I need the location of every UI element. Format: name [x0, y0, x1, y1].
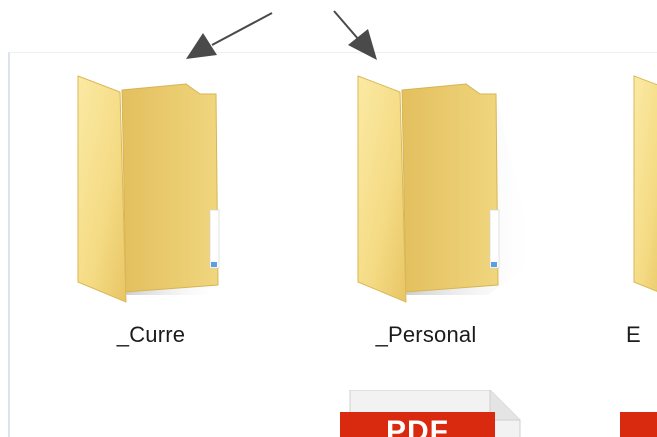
- folder-item[interactable]: _Personal: [346, 60, 536, 360]
- folder-name: _Curre: [116, 322, 186, 347]
- folder-icon: [77, 75, 226, 303]
- pdf-file-icon: [620, 412, 657, 437]
- folder-name: _Personal: [375, 322, 477, 347]
- file-item[interactable]: [620, 390, 657, 437]
- arrow-right: [333, 10, 360, 41]
- folder-icon: [357, 75, 536, 303]
- file-explorer-view: _Curre _Personal E PDF: [0, 0, 657, 437]
- folder-item[interactable]: E: [626, 60, 657, 360]
- folder-item[interactable]: _Curre: [66, 60, 236, 360]
- file-item[interactable]: PDF: [340, 390, 530, 437]
- arrow-left: [211, 12, 273, 46]
- pdf-type-badge: PDF: [340, 412, 495, 437]
- folder-icon: [633, 75, 657, 292]
- folder-name: E: [626, 322, 641, 347]
